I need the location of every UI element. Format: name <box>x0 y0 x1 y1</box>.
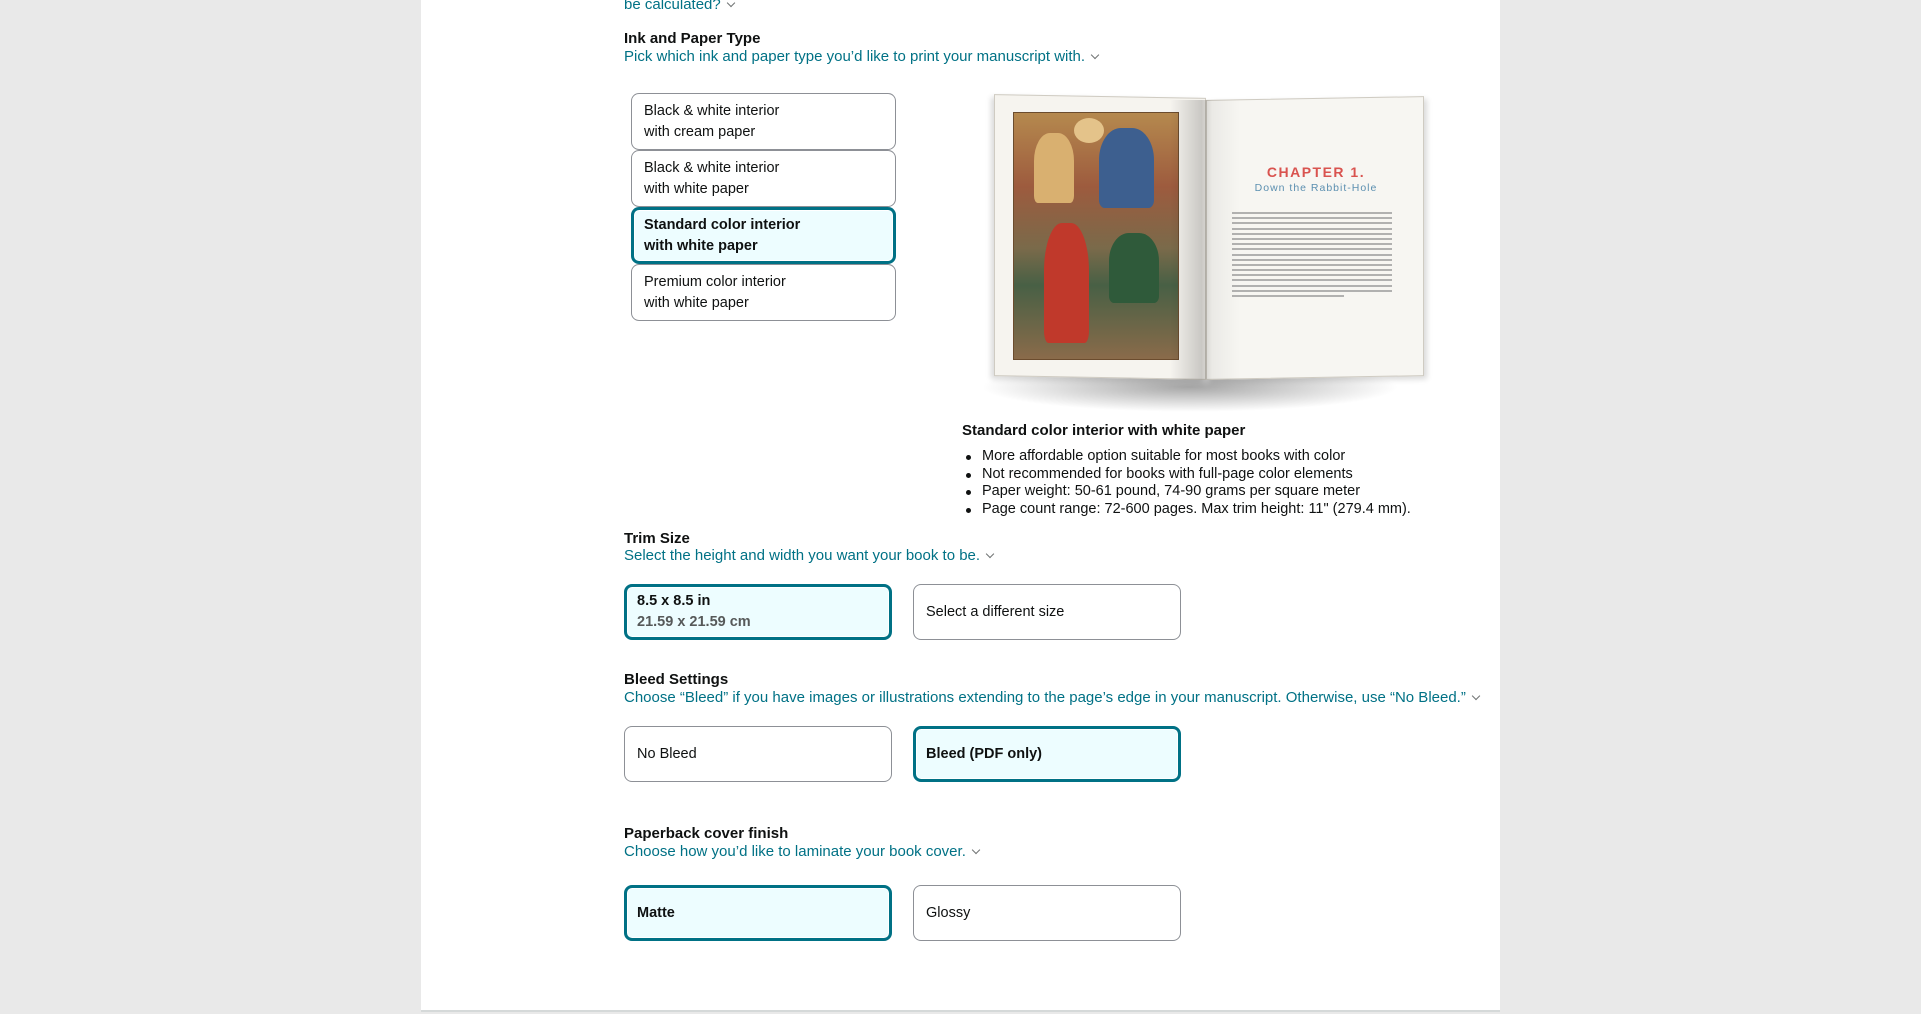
glossy-label: Glossy <box>926 904 971 921</box>
ink-detail-bullet: Paper weight: 50-61 pound, 74-90 grams p… <box>962 483 1411 501</box>
bleed-pdf-option[interactable]: Bleed (PDF only) <box>913 726 1181 782</box>
chevron-down-icon <box>1471 691 1481 701</box>
glossy-option[interactable]: Glossy <box>913 885 1181 941</box>
cutoff-help-link-text: be calculated? <box>624 0 721 13</box>
bleed-pdf-label: Bleed (PDF only) <box>926 745 1043 762</box>
matte-label: Matte <box>637 904 675 921</box>
cover-finish-help-link[interactable]: Choose how you’d like to laminate your b… <box>624 843 981 861</box>
cover-finish-help-text: Choose how you’d like to laminate your b… <box>624 843 966 860</box>
trim-option-cm: 21.59 x 21.59 cm <box>637 614 751 630</box>
trim-size-help-text: Select the height and width you want you… <box>624 547 981 564</box>
book-gutter <box>1170 100 1240 380</box>
book-chapter-subtitle: Down the Rabbit-Hole <box>1254 182 1378 194</box>
ink-option-line2: with white paper <box>644 180 749 197</box>
chevron-down-icon <box>971 845 981 855</box>
no-bleed-option[interactable]: No Bleed <box>624 726 892 782</box>
trim-size-help-link[interactable]: Select the height and width you want you… <box>624 547 995 565</box>
ink-option-bw-cream[interactable]: Black & white interior with cream paper <box>631 93 896 150</box>
trim-size-title: Trim Size <box>624 530 690 547</box>
chevron-down-icon <box>1090 50 1100 60</box>
trim-option-inches: 8.5 x 8.5 in <box>637 593 711 609</box>
ink-option-line1: Black & white interior <box>644 102 780 119</box>
select-different-size-label: Select a different size <box>926 603 1065 620</box>
ink-option-line1: Standard color interior <box>644 216 801 233</box>
ink-option-bw-white[interactable]: Black & white interior with white paper <box>631 150 896 207</box>
ink-option-line2: with white paper <box>644 294 749 311</box>
trim-option-8-5x8-5[interactable]: 8.5 x 8.5 in 21.59 x 21.59 cm <box>624 584 892 640</box>
cutoff-help-link[interactable]: be calculated? <box>624 0 735 14</box>
ink-detail-bullet: Page count range: 72-600 pages. Max trim… <box>962 501 1411 519</box>
chevron-down-icon <box>726 0 735 8</box>
ink-paper-help-text: Pick which ink and paper type you’d like… <box>624 48 1086 65</box>
book-preview-image: CHAPTER 1. Down the Rabbit-Hole <box>970 92 1424 422</box>
book-illustration <box>1013 112 1179 360</box>
select-different-size-button[interactable]: Select a different size <box>913 584 1181 640</box>
book-setup-panel: be calculated? Ink and Paper Type Pick w… <box>421 0 1500 1012</box>
no-bleed-label: No Bleed <box>637 745 697 762</box>
ink-paper-help-link[interactable]: Pick which ink and paper type you’d like… <box>624 48 1100 66</box>
chevron-down-icon <box>985 549 995 559</box>
ink-paper-title: Ink and Paper Type <box>624 30 761 47</box>
ink-option-premium-color[interactable]: Premium color interior with white paper <box>631 264 896 321</box>
bleed-help-text: Choose “Bleed” if you have images or ill… <box>624 689 1466 706</box>
cover-finish-title: Paperback cover finish <box>624 825 789 842</box>
book-chapter-title: CHAPTER 1. <box>1266 164 1366 180</box>
book-text-lines <box>1232 212 1392 300</box>
ink-detail-bullet: More affordable option suitable for most… <box>962 448 1411 466</box>
ink-detail-title: Standard color interior with white paper <box>962 422 1246 439</box>
bleed-help-link[interactable]: Choose “Bleed” if you have images or ill… <box>624 689 1481 707</box>
ink-option-line1: Black & white interior <box>644 159 780 176</box>
ink-option-standard-color[interactable]: Standard color interior with white paper <box>631 207 896 264</box>
ink-option-line1: Premium color interior <box>644 273 786 290</box>
matte-option[interactable]: Matte <box>624 885 892 941</box>
bleed-title: Bleed Settings <box>624 671 729 688</box>
ink-option-line2: with cream paper <box>644 123 756 140</box>
ink-detail-bullet: Not recommended for books with full-page… <box>962 466 1411 484</box>
ink-option-line2: with white paper <box>644 237 758 254</box>
ink-detail-list: More affordable option suitable for most… <box>962 448 1411 518</box>
